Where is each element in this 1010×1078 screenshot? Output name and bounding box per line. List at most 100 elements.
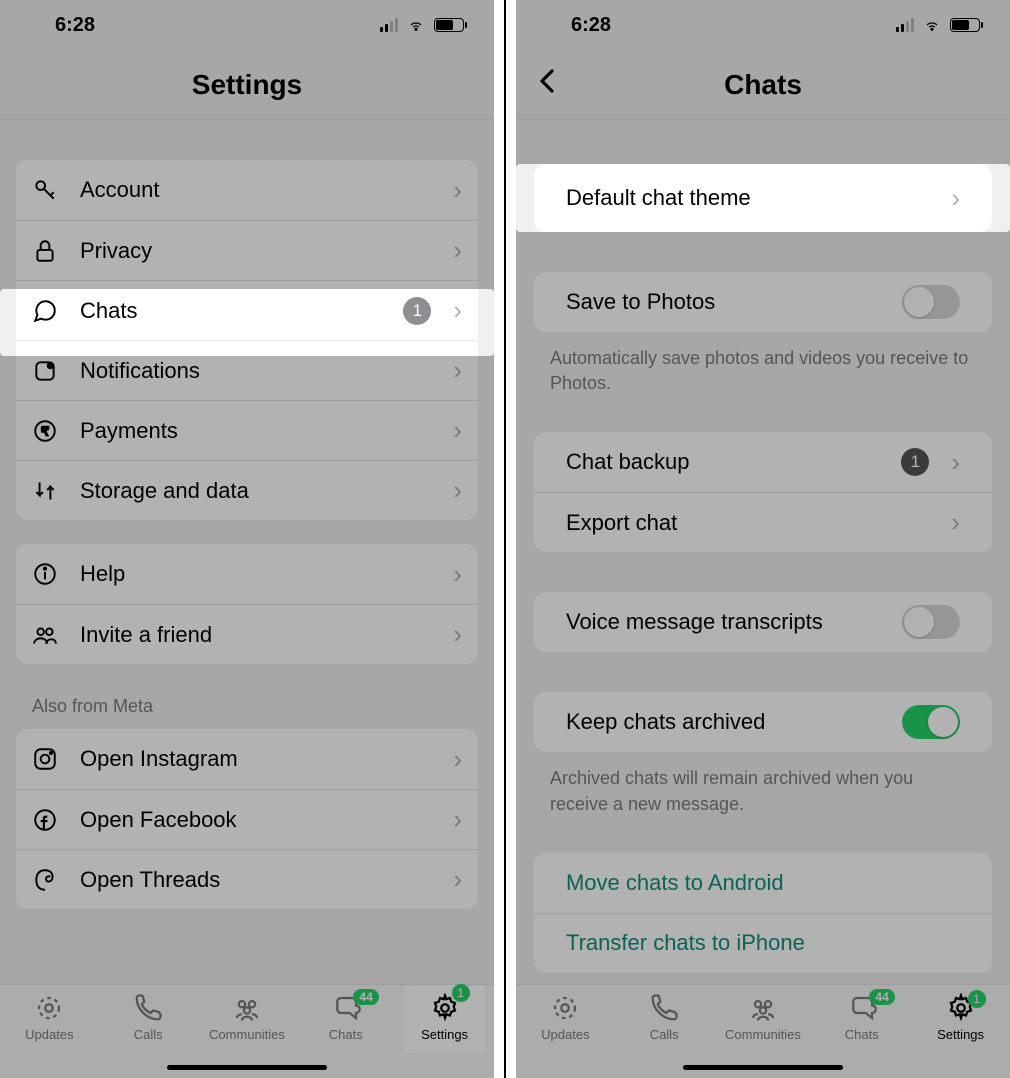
- header: Chats: [516, 50, 1010, 120]
- page-title: Settings: [192, 69, 302, 101]
- row-label: Storage and data: [80, 478, 431, 504]
- row-storage[interactable]: Storage and data ›: [16, 460, 478, 520]
- facebook-icon: [32, 807, 58, 833]
- tab-label: Chats: [845, 1027, 879, 1042]
- row-keep-archived[interactable]: Keep chats archived: [534, 692, 992, 752]
- row-account[interactable]: Account ›: [16, 160, 478, 220]
- badge: 1: [901, 448, 929, 476]
- updates-icon: [34, 993, 64, 1023]
- row-label: Keep chats archived: [566, 709, 880, 735]
- threads-icon: [32, 867, 58, 893]
- row-label: Payments: [80, 418, 431, 444]
- row-label: Help: [80, 561, 431, 587]
- page-title: Chats: [724, 69, 802, 101]
- chevron-right-icon: ›: [453, 744, 462, 775]
- tab-settings[interactable]: 1 Settings: [922, 993, 1000, 1042]
- chevron-right-icon: ›: [453, 295, 462, 326]
- communities-icon: [232, 993, 262, 1023]
- chevron-right-icon: ›: [453, 475, 462, 506]
- chats-badge: 44: [869, 989, 894, 1005]
- chevron-right-icon: ›: [453, 415, 462, 446]
- tab-label: Calls: [650, 1027, 679, 1042]
- updates-icon: [550, 993, 580, 1023]
- row-privacy[interactable]: Privacy ›: [16, 220, 478, 280]
- row-default-theme[interactable]: Default chat theme ›: [534, 164, 992, 232]
- chevron-right-icon: ›: [951, 447, 960, 478]
- badge: 1: [403, 297, 431, 325]
- info-icon: [32, 561, 58, 587]
- toggle-keep-archived[interactable]: [902, 705, 960, 739]
- signal-icon: [896, 18, 914, 32]
- tab-updates[interactable]: Updates: [526, 993, 604, 1042]
- row-chat-backup[interactable]: Chat backup 1 ›: [534, 432, 992, 492]
- tab-label: Settings: [421, 1027, 468, 1042]
- row-move-android[interactable]: Move chats to Android: [534, 853, 992, 913]
- back-button[interactable]: [538, 67, 556, 102]
- tab-updates[interactable]: Updates: [10, 993, 88, 1042]
- tab-calls[interactable]: Calls: [109, 993, 187, 1042]
- row-label: Open Instagram: [80, 746, 431, 772]
- row-label: Voice message transcripts: [566, 609, 880, 635]
- settings-badge: 1: [452, 984, 470, 1002]
- status-icons: [896, 18, 980, 33]
- chevron-right-icon: ›: [453, 235, 462, 266]
- row-notifications[interactable]: Notifications ›: [16, 340, 478, 400]
- status-time: 6:28: [571, 14, 611, 37]
- chevron-right-icon: ›: [453, 175, 462, 206]
- row-voice-transcripts[interactable]: Voice message transcripts: [534, 592, 992, 652]
- row-transfer-iphone[interactable]: Transfer chats to iPhone: [534, 913, 992, 973]
- row-label: Privacy: [80, 238, 431, 264]
- row-export-chat[interactable]: Export chat ›: [534, 492, 992, 552]
- tab-settings[interactable]: 1 Settings: [406, 987, 484, 1051]
- keep-archived-desc: Archived chats will remain archived when…: [516, 752, 1010, 816]
- storage-icon: [32, 478, 58, 504]
- status-icons: [380, 18, 464, 33]
- home-indicator: [683, 1065, 843, 1070]
- tab-communities[interactable]: Communities: [724, 993, 802, 1042]
- tab-communities[interactable]: Communities: [208, 993, 286, 1042]
- tab-chats[interactable]: 44 Chats: [307, 993, 385, 1042]
- battery-icon: [434, 18, 464, 32]
- tab-bar: Updates Calls Communities 44 Chats 1 Set…: [516, 984, 1010, 1078]
- toggle-save-photos[interactable]: [902, 285, 960, 319]
- row-invite[interactable]: Invite a friend ›: [16, 604, 478, 664]
- phone-icon: [649, 993, 679, 1023]
- chats-content: Default chat theme › Save to Photos Auto…: [516, 120, 1010, 984]
- status-time: 6:28: [55, 14, 95, 37]
- row-threads[interactable]: Open Threads ›: [16, 849, 478, 909]
- chevron-right-icon: ›: [951, 183, 960, 214]
- toggle-voice-transcripts[interactable]: [902, 605, 960, 639]
- tab-calls[interactable]: Calls: [625, 993, 703, 1042]
- row-chats[interactable]: Chats 1 ›: [16, 280, 478, 340]
- tab-label: Updates: [541, 1027, 589, 1042]
- notification-icon: [32, 358, 58, 384]
- screenshot-chats: 6:28 Chats Default chat theme › Save to …: [516, 0, 1010, 1078]
- lock-icon: [32, 238, 58, 264]
- payments-icon: ₹: [32, 418, 58, 444]
- tab-label: Settings: [937, 1027, 984, 1042]
- home-indicator: [167, 1065, 327, 1070]
- row-label: Notifications: [80, 358, 431, 384]
- settings-content: Account › Privacy › Chats 1 › Notificati…: [0, 120, 494, 984]
- row-help[interactable]: Help ›: [16, 544, 478, 604]
- tab-bar: Updates Calls Communities 44 Chats 1 Set…: [0, 984, 494, 1078]
- row-label: Account: [80, 177, 431, 203]
- tab-chats[interactable]: 44 Chats: [823, 993, 901, 1042]
- battery-icon: [950, 18, 980, 32]
- row-instagram[interactable]: Open Instagram ›: [16, 729, 478, 789]
- row-facebook[interactable]: Open Facebook ›: [16, 789, 478, 849]
- row-payments[interactable]: ₹ Payments ›: [16, 400, 478, 460]
- tab-label: Calls: [134, 1027, 163, 1042]
- chats-badge: 44: [353, 989, 378, 1005]
- communities-icon: [748, 993, 778, 1023]
- settings-badge: 1: [968, 990, 986, 1008]
- save-photos-desc: Automatically save photos and videos you…: [516, 332, 1010, 396]
- row-label: Open Threads: [80, 867, 431, 893]
- tab-label: Communities: [725, 1027, 801, 1042]
- row-save-photos[interactable]: Save to Photos: [534, 272, 992, 332]
- key-icon: [32, 177, 58, 203]
- instagram-icon: [32, 746, 58, 772]
- row-label: Export chat: [566, 510, 929, 536]
- row-label: Invite a friend: [80, 622, 431, 648]
- phone-icon: [133, 993, 163, 1023]
